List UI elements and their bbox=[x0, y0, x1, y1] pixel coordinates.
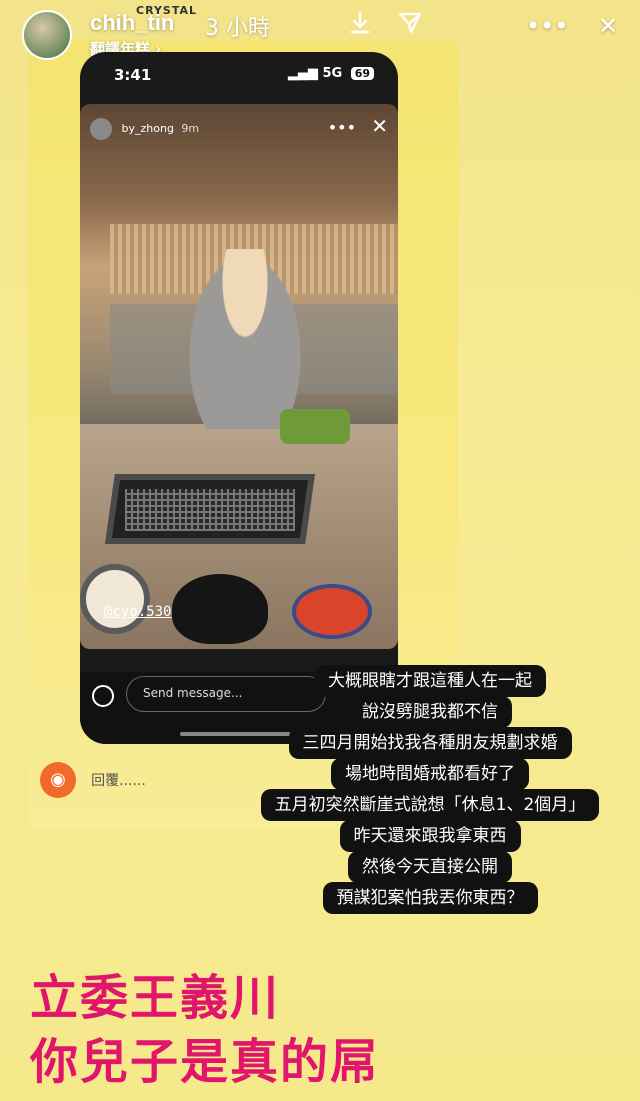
caption-line: 說沒劈腿我都不信 bbox=[348, 696, 512, 728]
status-indicators: ▂▄▆ 5G 69 bbox=[288, 66, 374, 81]
caption-line: 大概眼瞎才跟這種人在一起 bbox=[314, 665, 546, 697]
rice-bowl bbox=[80, 564, 150, 634]
black-pot bbox=[172, 574, 268, 644]
headline-line-1: 立委王義川 bbox=[30, 970, 281, 1026]
signal-icon: ▂▄▆ bbox=[287, 66, 323, 81]
network-label: 5G bbox=[322, 66, 343, 81]
embedded-screenshot: 3:41 ▂▄▆ 5G 69 by_zhong 9m ••• ✕ @cyo.53… bbox=[80, 52, 398, 744]
caption-line: 三四月開始找我各種朋友規劃求婚 bbox=[288, 727, 572, 759]
reply-row[interactable]: ◉ 回覆...... bbox=[40, 762, 146, 798]
restaurant-photo bbox=[80, 104, 398, 649]
salad-plate bbox=[280, 409, 350, 444]
post-time: 3 小時 bbox=[205, 16, 270, 41]
mention-sticker: @cyo.530 bbox=[104, 604, 172, 620]
camera-icon[interactable]: ◉ bbox=[40, 762, 76, 798]
more-options-icon[interactable]: ••• bbox=[526, 10, 568, 42]
headline-line-2: 你兒子是真的屌 bbox=[30, 1034, 381, 1090]
reply-label[interactable]: 回覆...... bbox=[91, 770, 146, 790]
embedded-close-icon: ✕ bbox=[371, 114, 388, 138]
download-icon[interactable] bbox=[344, 10, 376, 42]
embedded-avatar bbox=[90, 118, 112, 140]
send-icon[interactable] bbox=[394, 10, 426, 42]
status-time: 3:41 bbox=[114, 66, 152, 84]
close-icon[interactable]: ✕ bbox=[592, 10, 624, 42]
embedded-age: 9m bbox=[181, 122, 200, 135]
embedded-story-header: by_zhong 9m bbox=[90, 118, 199, 140]
battery-icon: 69 bbox=[350, 67, 374, 80]
phone-status-bar: 3:41 ▂▄▆ 5G 69 bbox=[80, 52, 398, 100]
embedded-username: by_zhong bbox=[121, 122, 174, 135]
embedded-more-icon: ••• bbox=[327, 118, 356, 137]
caption-block: 大概眼瞎才跟這種人在一起 說沒劈腿我都不信 三四月開始找我各種朋友規劃求婚 場地… bbox=[220, 665, 640, 914]
username[interactable]: chih_tin bbox=[90, 10, 174, 36]
grill-mesh bbox=[125, 489, 295, 531]
embedded-camera-icon bbox=[92, 685, 114, 707]
caption-line: 然後今天直接公開 bbox=[348, 851, 512, 883]
caption-line: 預謀犯案怕我丟你東西？ bbox=[322, 882, 538, 914]
kimchi-dish bbox=[292, 584, 372, 639]
caption-line: 場地時間婚戒都看好了 bbox=[331, 758, 529, 790]
caption-line: 昨天還來跟我拿東西 bbox=[339, 820, 521, 852]
person-figure bbox=[185, 249, 305, 429]
caption-line: 五月初突然斷崖式說想「休息1、2個月」 bbox=[260, 789, 600, 821]
profile-avatar[interactable] bbox=[22, 10, 72, 60]
